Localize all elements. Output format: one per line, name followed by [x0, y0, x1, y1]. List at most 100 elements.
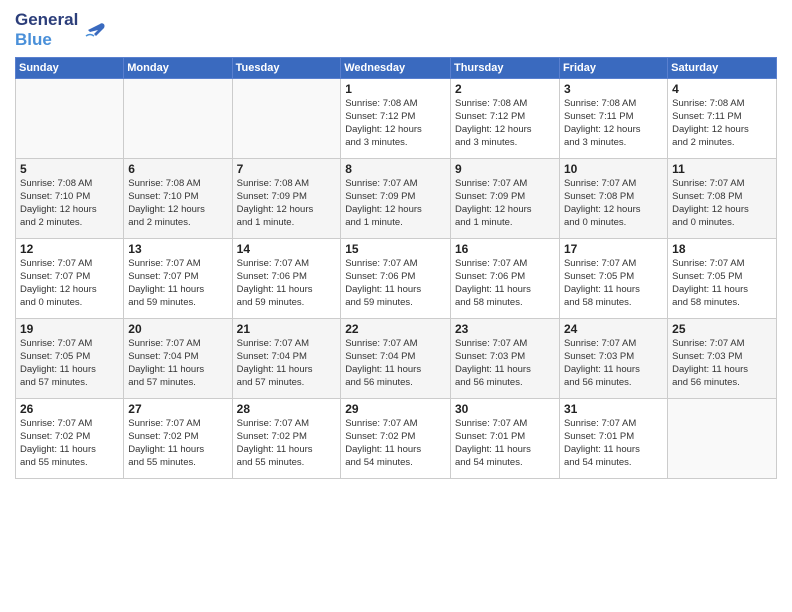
weekday-header-row: SundayMondayTuesdayWednesdayThursdayFrid… — [16, 58, 777, 79]
day-cell-2: 2 Sunrise: 7:08 AM Sunset: 7:12 PM Daylig… — [450, 79, 559, 159]
day-number: 17 — [564, 242, 663, 256]
day-info: Sunrise: 7:07 AM Sunset: 7:04 PM Dayligh… — [345, 338, 446, 389]
day-number: 21 — [237, 322, 337, 336]
logo: General Blue — [15, 10, 108, 49]
day-number: 19 — [20, 322, 119, 336]
day-info: Sunrise: 7:07 AM Sunset: 7:03 PM Dayligh… — [564, 338, 663, 389]
empty-cell — [16, 79, 124, 159]
day-cell-11: 11 Sunrise: 7:07 AM Sunset: 7:08 PM Dayli… — [668, 159, 777, 239]
day-number: 20 — [128, 322, 227, 336]
day-cell-26: 26 Sunrise: 7:07 AM Sunset: 7:02 PM Dayli… — [16, 399, 124, 479]
day-number: 26 — [20, 402, 119, 416]
day-info: Sunrise: 7:07 AM Sunset: 7:03 PM Dayligh… — [672, 338, 772, 389]
day-number: 30 — [455, 402, 555, 416]
week-row-5: 26 Sunrise: 7:07 AM Sunset: 7:02 PM Dayli… — [16, 399, 777, 479]
weekday-header-saturday: Saturday — [668, 58, 777, 79]
day-cell-1: 1Sunrise: 7:08 AM Sunset: 7:12 PM Daylig… — [341, 79, 451, 159]
empty-cell — [668, 399, 777, 479]
weekday-header-wednesday: Wednesday — [341, 58, 451, 79]
day-number: 2 — [455, 82, 555, 96]
day-cell-14: 14 Sunrise: 7:07 AM Sunset: 7:06 PM Dayli… — [232, 239, 341, 319]
day-info: Sunrise: 7:07 AM Sunset: 7:02 PM Dayligh… — [345, 418, 446, 469]
day-number: 11 — [672, 162, 772, 176]
day-info: Sunrise: 7:07 AM Sunset: 7:01 PM Dayligh… — [455, 418, 555, 469]
day-number: 25 — [672, 322, 772, 336]
day-cell-3: 3 Sunrise: 7:08 AM Sunset: 7:11 PM Daylig… — [559, 79, 667, 159]
day-cell-25: 25 Sunrise: 7:07 AM Sunset: 7:03 PM Dayli… — [668, 319, 777, 399]
day-number: 10 — [564, 162, 663, 176]
day-info: Sunrise: 7:08 AM Sunset: 7:11 PM Dayligh… — [672, 98, 772, 149]
day-info: Sunrise: 7:07 AM Sunset: 7:07 PM Dayligh… — [20, 258, 119, 309]
day-cell-22: 22 Sunrise: 7:07 AM Sunset: 7:04 PM Dayli… — [341, 319, 451, 399]
day-info: Sunrise: 7:08 AM Sunset: 7:11 PM Dayligh… — [564, 98, 663, 149]
day-number: 6 — [128, 162, 227, 176]
empty-cell — [232, 79, 341, 159]
day-number: 22 — [345, 322, 446, 336]
day-info: Sunrise: 7:07 AM Sunset: 7:02 PM Dayligh… — [237, 418, 337, 469]
day-cell-28: 28Sunrise: 7:07 AM Sunset: 7:02 PM Dayli… — [232, 399, 341, 479]
day-cell-6: 6Sunrise: 7:08 AM Sunset: 7:10 PM Daylig… — [124, 159, 232, 239]
day-info: Sunrise: 7:07 AM Sunset: 7:09 PM Dayligh… — [455, 178, 555, 229]
weekday-header-sunday: Sunday — [16, 58, 124, 79]
day-number: 27 — [128, 402, 227, 416]
day-info: Sunrise: 7:07 AM Sunset: 7:04 PM Dayligh… — [237, 338, 337, 389]
day-cell-18: 18Sunrise: 7:07 AM Sunset: 7:05 PM Dayli… — [668, 239, 777, 319]
day-cell-29: 29Sunrise: 7:07 AM Sunset: 7:02 PM Dayli… — [341, 399, 451, 479]
day-cell-4: 4 Sunrise: 7:08 AM Sunset: 7:11 PM Daylig… — [668, 79, 777, 159]
day-number: 14 — [237, 242, 337, 256]
weekday-header-tuesday: Tuesday — [232, 58, 341, 79]
day-info: Sunrise: 7:07 AM Sunset: 7:02 PM Dayligh… — [20, 418, 119, 469]
day-number: 24 — [564, 322, 663, 336]
day-cell-9: 9 Sunrise: 7:07 AM Sunset: 7:09 PM Daylig… — [450, 159, 559, 239]
week-row-2: 5Sunrise: 7:08 AM Sunset: 7:10 PM Daylig… — [16, 159, 777, 239]
day-cell-8: 8Sunrise: 7:07 AM Sunset: 7:09 PM Daylig… — [341, 159, 451, 239]
day-cell-15: 15 Sunrise: 7:07 AM Sunset: 7:06 PM Dayli… — [341, 239, 451, 319]
day-info: Sunrise: 7:07 AM Sunset: 7:07 PM Dayligh… — [128, 258, 227, 309]
day-info: Sunrise: 7:07 AM Sunset: 7:02 PM Dayligh… — [128, 418, 227, 469]
day-cell-10: 10 Sunrise: 7:07 AM Sunset: 7:08 PM Dayli… — [559, 159, 667, 239]
day-cell-12: 12 Sunrise: 7:07 AM Sunset: 7:07 PM Dayli… — [16, 239, 124, 319]
day-cell-27: 27 Sunrise: 7:07 AM Sunset: 7:02 PM Dayli… — [124, 399, 232, 479]
day-cell-13: 13Sunrise: 7:07 AM Sunset: 7:07 PM Dayli… — [124, 239, 232, 319]
day-cell-31: 31 Sunrise: 7:07 AM Sunset: 7:01 PM Dayli… — [559, 399, 667, 479]
day-info: Sunrise: 7:07 AM Sunset: 7:06 PM Dayligh… — [345, 258, 446, 309]
day-info: Sunrise: 7:07 AM Sunset: 7:05 PM Dayligh… — [672, 258, 772, 309]
day-cell-5: 5Sunrise: 7:08 AM Sunset: 7:10 PM Daylig… — [16, 159, 124, 239]
day-number: 15 — [345, 242, 446, 256]
day-info: Sunrise: 7:08 AM Sunset: 7:10 PM Dayligh… — [20, 178, 119, 229]
day-cell-20: 20 Sunrise: 7:07 AM Sunset: 7:04 PM Dayli… — [124, 319, 232, 399]
weekday-header-monday: Monday — [124, 58, 232, 79]
logo-blue: Blue — [15, 30, 78, 50]
logo-icon — [80, 16, 108, 44]
day-info: Sunrise: 7:07 AM Sunset: 7:01 PM Dayligh… — [564, 418, 663, 469]
day-info: Sunrise: 7:07 AM Sunset: 7:06 PM Dayligh… — [237, 258, 337, 309]
day-number: 3 — [564, 82, 663, 96]
day-number: 4 — [672, 82, 772, 96]
weekday-header-thursday: Thursday — [450, 58, 559, 79]
day-number: 23 — [455, 322, 555, 336]
week-row-4: 19 Sunrise: 7:07 AM Sunset: 7:05 PM Dayli… — [16, 319, 777, 399]
day-cell-16: 16 Sunrise: 7:07 AM Sunset: 7:06 PM Dayli… — [450, 239, 559, 319]
day-info: Sunrise: 7:07 AM Sunset: 7:04 PM Dayligh… — [128, 338, 227, 389]
day-number: 31 — [564, 402, 663, 416]
week-row-1: 1Sunrise: 7:08 AM Sunset: 7:12 PM Daylig… — [16, 79, 777, 159]
day-info: Sunrise: 7:07 AM Sunset: 7:08 PM Dayligh… — [564, 178, 663, 229]
day-info: Sunrise: 7:07 AM Sunset: 7:05 PM Dayligh… — [20, 338, 119, 389]
day-number: 7 — [237, 162, 337, 176]
day-info: Sunrise: 7:07 AM Sunset: 7:06 PM Dayligh… — [455, 258, 555, 309]
day-info: Sunrise: 7:07 AM Sunset: 7:03 PM Dayligh… — [455, 338, 555, 389]
day-number: 9 — [455, 162, 555, 176]
day-number: 12 — [20, 242, 119, 256]
day-info: Sunrise: 7:07 AM Sunset: 7:08 PM Dayligh… — [672, 178, 772, 229]
logo-general: General — [15, 10, 78, 30]
day-info: Sunrise: 7:07 AM Sunset: 7:05 PM Dayligh… — [564, 258, 663, 309]
day-info: Sunrise: 7:08 AM Sunset: 7:12 PM Dayligh… — [455, 98, 555, 149]
day-cell-23: 23 Sunrise: 7:07 AM Sunset: 7:03 PM Dayli… — [450, 319, 559, 399]
calendar-table: SundayMondayTuesdayWednesdayThursdayFrid… — [15, 57, 777, 479]
day-info: Sunrise: 7:08 AM Sunset: 7:12 PM Dayligh… — [345, 98, 446, 149]
day-number: 16 — [455, 242, 555, 256]
day-info: Sunrise: 7:08 AM Sunset: 7:09 PM Dayligh… — [237, 178, 337, 229]
day-cell-30: 30 Sunrise: 7:07 AM Sunset: 7:01 PM Dayli… — [450, 399, 559, 479]
day-cell-24: 24 Sunrise: 7:07 AM Sunset: 7:03 PM Dayli… — [559, 319, 667, 399]
header: General Blue — [15, 10, 777, 49]
